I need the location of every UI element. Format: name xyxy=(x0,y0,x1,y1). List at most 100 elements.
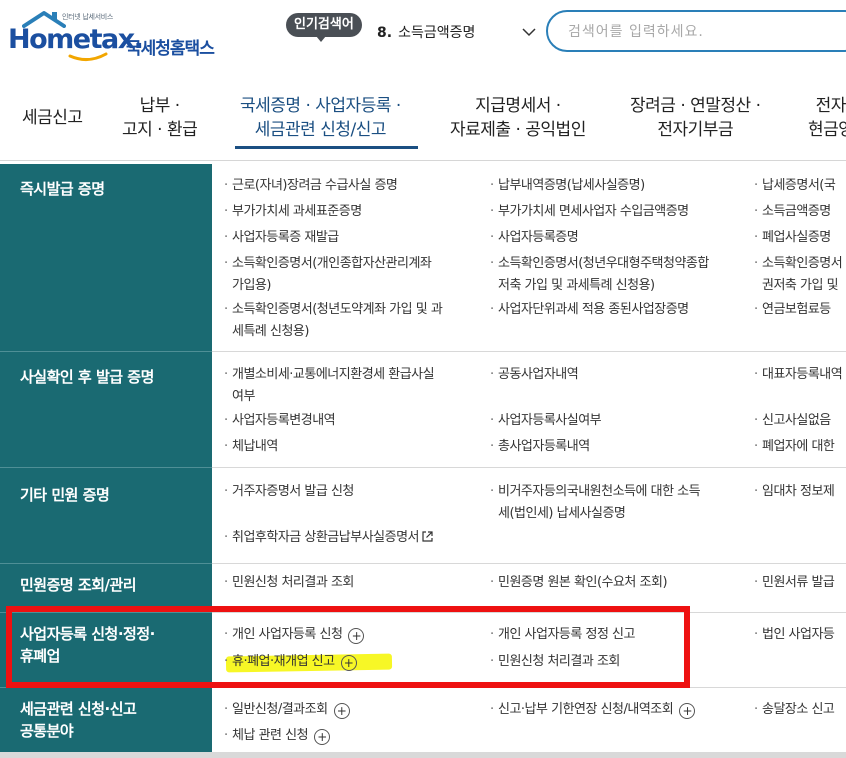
bullet-dot: · xyxy=(224,439,228,454)
bullet-dot: · xyxy=(490,367,494,382)
tab-payment[interactable]: 납부 · 고지 · 환급 xyxy=(122,94,198,142)
menu-link-label: 여부 xyxy=(232,389,255,404)
menu-link[interactable]: · 사업자단위과세 적용 종된사업장증명 xyxy=(490,299,689,321)
menu-link[interactable]: · 사업자등록사실여부 xyxy=(490,410,602,432)
menu-link[interactable]: · 민원증명 원본 확인(수요처 조회) xyxy=(490,572,668,594)
menu-link[interactable]: · 소득확인증명서(개인종합자산관리계좌 가입용) xyxy=(224,253,432,297)
menu-link[interactable]: · 부가가치세 면세사업자 수입금액증명 xyxy=(490,201,689,223)
logo-swoosh-icon xyxy=(68,52,108,61)
plus-circle-icon[interactable]: + xyxy=(314,729,331,745)
menu-link[interactable]: · 대표자등록내역 xyxy=(754,364,843,386)
bullet-dot: · xyxy=(490,178,494,193)
bullet-dot: · xyxy=(224,256,228,271)
plus-circle-icon[interactable]: + xyxy=(679,703,696,719)
bullet-dot: · xyxy=(754,627,758,642)
logo-korean: 국세청홈택스 xyxy=(126,39,215,59)
menu-link[interactable]: · 납세증명서(국 xyxy=(754,175,836,197)
bullet-dot: · xyxy=(754,413,758,428)
bullet-dot: · xyxy=(490,575,494,590)
tab-label-line2: 고지 · 환급 xyxy=(122,120,198,140)
menu-link[interactable]: · 민원신청 처리결과 조회 xyxy=(224,572,354,594)
header: 인터넷 납세서비스 Hometax. 국세청홈택스 인기검색어 8. 소득금액증명 xyxy=(0,0,846,72)
popular-search-select[interactable]: 8. 소득금액증명 xyxy=(377,22,537,46)
tab-incentives[interactable]: 장려금 · 연말정산 · 전자기부금 xyxy=(630,94,761,142)
chevron-down-icon[interactable] xyxy=(521,24,537,40)
menu-link-label: 폐업사실증명 xyxy=(762,230,831,245)
menu-link[interactable]: · 소득확인증명서(청년도약계좌 가입 및 과 세특례 신청용) xyxy=(224,299,443,343)
menu-link[interactable]: · 임대차 정보제 xyxy=(754,481,835,503)
tab-label-line1: 국세증명 · 사업자등록 · xyxy=(240,96,401,116)
menu-link[interactable]: · 폐업자에 대한 xyxy=(754,436,835,458)
tab-statements[interactable]: 지급명세서 · 자료제출 · 공익법인 xyxy=(450,94,586,142)
category-title-line1: 세금관련 신청·신고 xyxy=(20,700,137,718)
tab-electronic[interactable]: 전자 현금영 xyxy=(808,94,846,142)
menu-link[interactable]: · 법인 사업자등 xyxy=(754,624,835,646)
menu-link-label: 비거주자등의국내원천소득에 대한 소득 xyxy=(498,484,701,499)
menu-link[interactable]: · 공동사업자내역 xyxy=(490,364,579,386)
popular-search-badge: 인기검색어 xyxy=(286,13,362,42)
menu-link-label: 대표자등록내역 xyxy=(762,367,843,382)
menu-link[interactable]: · 소득금액증명 xyxy=(754,201,831,223)
plus-circle-icon[interactable]: + xyxy=(333,703,350,719)
menu-link-label: 저축 가입 및 과세특례 신청용) xyxy=(498,278,655,293)
tab-label-line1: 전자 xyxy=(815,96,846,116)
category-title: 민원증명 조회/관리 xyxy=(20,576,137,594)
menu-link-label: 부가가치세 면세사업자 수입금액증명 xyxy=(498,204,689,219)
menu-link[interactable]: · 총사업자등록내역 xyxy=(490,436,590,458)
menu-link[interactable]: · 일반신청/결과조회 + xyxy=(224,699,350,721)
menu-link[interactable]: · 근로(자녀)장려금 수급사실 증명 xyxy=(224,175,398,197)
menu-link-label: 민원서류 발급 xyxy=(762,575,835,590)
menu-link[interactable]: · 사업자등록증 재발급 xyxy=(224,227,339,249)
bullet-dot: · xyxy=(224,530,228,545)
menu-link[interactable]: · 연금보험료등 xyxy=(754,299,831,321)
horizontal-scrollbar[interactable] xyxy=(0,752,846,758)
search-box[interactable] xyxy=(546,10,846,52)
menu-link-label: 사업자등록사실여부 xyxy=(498,413,602,428)
tab-label-line1: 장려금 · 연말정산 · xyxy=(630,96,761,116)
tab-certificates[interactable]: 국세증명 · 사업자등록 · 세금관련 신청/신고 xyxy=(240,94,401,142)
bullet-dot: · xyxy=(754,702,758,717)
menu-link-label: 민원증명 원본 확인(수요처 조회) xyxy=(498,575,668,590)
hometax-logo[interactable]: 인터넷 납세서비스 Hometax. 국세청홈택스 xyxy=(8,8,228,64)
menu-link[interactable]: · 비거주자등의국내원천소득에 대한 소득 세(법인세) 납세사실증명 xyxy=(490,481,701,525)
popular-keyword[interactable]: 소득금액증명 xyxy=(398,25,475,41)
menu-link[interactable]: · 폐업사실증명 xyxy=(754,227,831,249)
menu-link[interactable]: · 개별소비세·교통에너지환경세 환급사실 여부 xyxy=(224,364,435,408)
menu-link-label: 거주자증명서 발급 신청 xyxy=(232,484,354,499)
menu-link-label: 연금보험료등 xyxy=(762,302,831,317)
menu-link-label: 신고·납부 기한연장 신청/내역조회 xyxy=(498,702,674,717)
menu-link[interactable]: · 민원서류 발급 xyxy=(754,572,835,594)
menu-link-label: 취업후학자금 상환금납부사실증명서 xyxy=(232,530,420,545)
menu-link[interactable]: · 신고·납부 기한연장 신청/내역조회 + xyxy=(490,699,696,721)
menu-link[interactable]: · 송달장소 신고 xyxy=(754,699,835,721)
menu-link[interactable]: · 거주자증명서 발급 신청 xyxy=(224,481,354,503)
menu-link-label: 소득확인증명서(청년도약계좌 가입 및 과 xyxy=(232,302,443,317)
menu-link[interactable]: · 취업후학자금 상환금납부사실증명서 xyxy=(224,527,434,549)
menu-link[interactable]: · 사업자등록변경내역 xyxy=(224,410,336,432)
menu-link[interactable]: · 소득확인증명서 권저축 가입 및 xyxy=(754,253,843,297)
menu-link[interactable]: · 소득확인증명서(청년우대형주택청약종합저축 가입 및 과세특례 신청용) xyxy=(490,253,709,297)
active-tab-underline xyxy=(235,146,418,149)
main-navigation: 세금신고 납부 · 고지 · 환급 국세증명 · 사업자등록 · 세금관련 신청… xyxy=(0,80,846,161)
menu-link[interactable]: · 체납 관련 신청 + xyxy=(224,725,331,747)
bullet-dot: · xyxy=(754,575,758,590)
menu-link[interactable]: · 신고사실없음 xyxy=(754,410,831,432)
bullet-dot: · xyxy=(490,256,494,271)
menu-link-label: 가입용) xyxy=(232,278,271,293)
menu-link-label: 공동사업자내역 xyxy=(498,367,579,382)
menu-link-label: 일반신청/결과조회 xyxy=(232,702,328,717)
search-input[interactable] xyxy=(566,21,846,43)
bullet-dot: · xyxy=(490,702,494,717)
tab-tax-filing[interactable]: 세금신고 xyxy=(22,106,83,130)
bullet-dot: · xyxy=(490,413,494,428)
bullet-dot: · xyxy=(490,230,494,245)
category-common-applications: 세금관련 신청·신고 공통분야 xyxy=(0,688,212,758)
menu-link-label: 소득확인증명서(청년우대형주택청약종합 xyxy=(498,256,709,271)
menu-link[interactable]: · 납부내역증명(납세사실증명) xyxy=(490,175,645,197)
menu-link[interactable]: · 사업자등록증명 xyxy=(490,227,579,249)
menu-link-label: 개별소비세·교통에너지환경세 환급사실 xyxy=(232,367,435,382)
menu-link-label: 납부내역증명(납세사실증명) xyxy=(498,178,645,193)
menu-link[interactable]: · 부가가치세 과세표준증명 xyxy=(224,201,362,223)
menu-link[interactable]: · 체납내역 xyxy=(224,436,278,458)
tab-label-line2: 자료제출 · 공익법인 xyxy=(450,120,586,140)
